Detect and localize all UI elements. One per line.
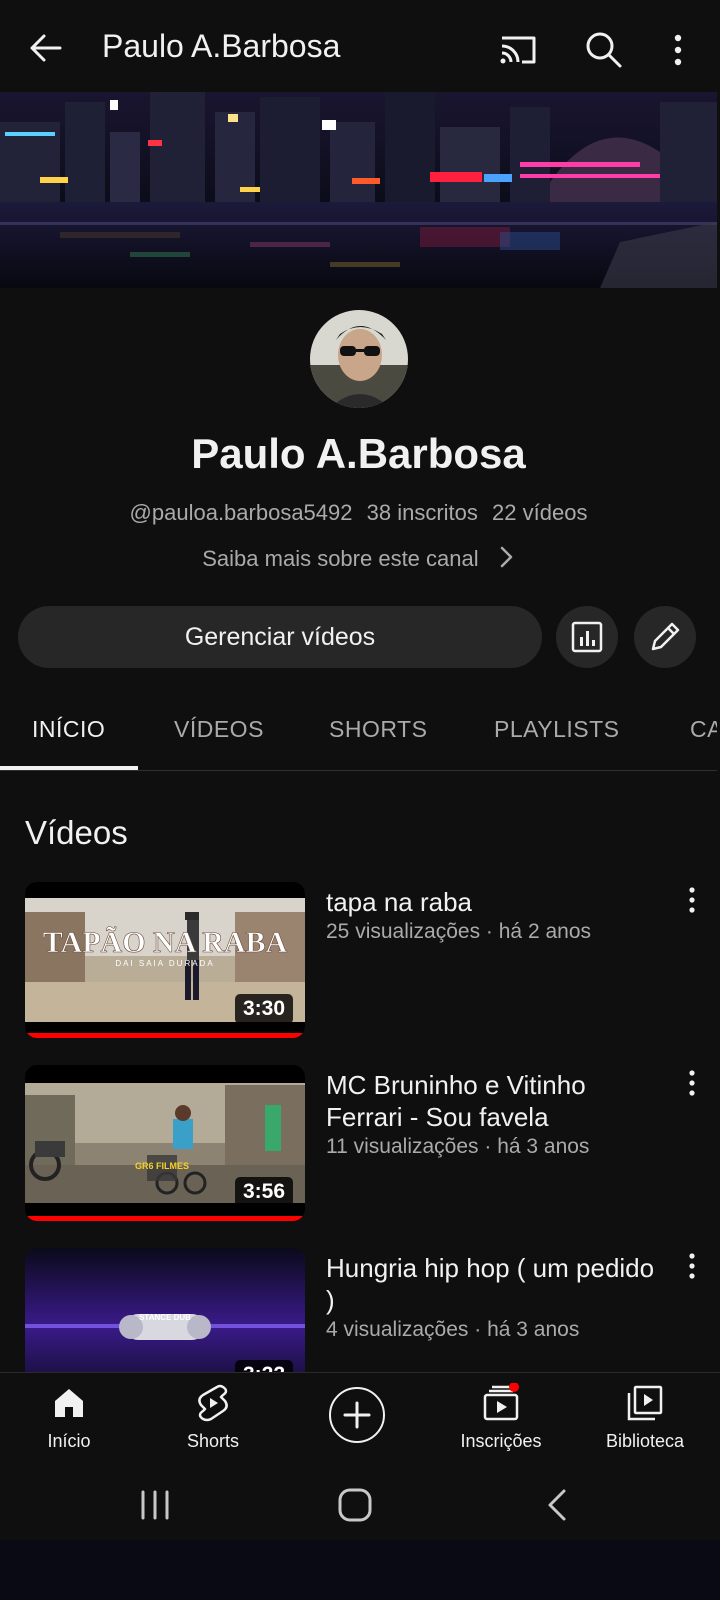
channel-name: Paulo A.Barbosa bbox=[191, 430, 526, 477]
analytics-button[interactable] bbox=[556, 606, 618, 668]
edit-channel-button[interactable] bbox=[634, 606, 696, 668]
more-vert-icon[interactable] bbox=[676, 1250, 708, 1282]
thumb-subtitle-text: DAI SAIA DURADA bbox=[115, 959, 214, 968]
create-plus-icon bbox=[343, 1401, 371, 1429]
video-title: MC Bruninho e Vitinho Ferrari - Sou fave… bbox=[326, 1070, 586, 1132]
channel-avatar[interactable] bbox=[310, 310, 408, 408]
video-meta: 4 visualizações · há 3 anos bbox=[326, 1318, 580, 1341]
analytics-icon bbox=[571, 621, 603, 653]
back-chevron-icon[interactable] bbox=[534, 1484, 584, 1526]
section-title: Vídeos bbox=[25, 814, 128, 851]
channel-handle: @pauloa.barbosa5492 bbox=[129, 500, 353, 525]
nav-subscriptions-label: Inscrições bbox=[460, 1431, 542, 1451]
page-title: Paulo A.Barbosa bbox=[102, 28, 341, 64]
system-navigation-bar bbox=[0, 1470, 720, 1540]
watch-progress-bar bbox=[25, 1216, 305, 1221]
nav-subscriptions[interactable]: Inscrições bbox=[436, 1383, 566, 1452]
thumb-logo-text: GR6 FILMES bbox=[135, 1161, 189, 1171]
more-vert-icon[interactable] bbox=[676, 1067, 708, 1099]
about-channel-label: Saiba mais sobre este canal bbox=[202, 545, 479, 571]
video-list-item[interactable]: GR6 FILMES 3:56 MC Bruninho e Vitinho Fe… bbox=[0, 1065, 717, 1225]
more-vert-icon[interactable] bbox=[676, 884, 708, 916]
more-vert-icon[interactable] bbox=[660, 28, 696, 72]
cast-icon[interactable] bbox=[496, 28, 540, 72]
video-title: tapa na raba bbox=[326, 887, 473, 917]
nav-home[interactable]: Início bbox=[4, 1383, 134, 1452]
subscriber-count: 38 inscritos bbox=[366, 500, 478, 525]
channel-screen: Paulo A.Barbosa Paulo A.Barbosa @pauloa.… bbox=[0, 0, 720, 1600]
create-button[interactable] bbox=[329, 1387, 385, 1443]
tab-playlists[interactable]: PLAYLISTS bbox=[494, 716, 620, 743]
watch-progress-bar bbox=[25, 1033, 305, 1038]
channel-tabs: INÍCIO VÍDEOS SHORTS PLAYLISTS CA bbox=[0, 690, 717, 771]
video-meta: 11 visualizações · há 3 anos bbox=[326, 1135, 590, 1158]
library-icon bbox=[627, 1385, 663, 1421]
home-icon bbox=[55, 1389, 83, 1417]
recents-icon[interactable] bbox=[130, 1484, 180, 1526]
tab-shorts[interactable]: SHORTS bbox=[329, 716, 427, 743]
top-app-bar: Paulo A.Barbosa bbox=[0, 0, 720, 92]
nav-library[interactable]: Biblioteca bbox=[580, 1383, 710, 1452]
thumb-title-text: TAPÃO NA RABA bbox=[43, 926, 288, 959]
video-list-item[interactable]: TAPÃO NA RABA DAI SAIA DURADA 3:30 tapa … bbox=[0, 882, 717, 1042]
home-circle-icon[interactable] bbox=[330, 1484, 380, 1526]
nav-library-label: Biblioteca bbox=[605, 1431, 685, 1451]
nav-home-label: Início bbox=[47, 1431, 91, 1451]
video-title: Hungria hip hop ( um pedido ) bbox=[326, 1253, 655, 1315]
video-thumbnail[interactable]: TAPÃO NA RABA DAI SAIA DURADA 3:30 bbox=[25, 882, 305, 1038]
chevron-right-icon bbox=[497, 545, 515, 575]
bottom-navigation: Início Shorts Inscrições Biblioteca bbox=[0, 1372, 720, 1471]
active-tab-indicator bbox=[0, 766, 138, 770]
video-meta: 25 visualizações · há 2 anos bbox=[326, 920, 591, 943]
tab-videos[interactable]: VÍDEOS bbox=[174, 716, 264, 743]
subscriptions-icon bbox=[483, 1383, 519, 1421]
manage-videos-button[interactable]: Gerenciar vídeos bbox=[18, 606, 542, 668]
channel-banner bbox=[0, 92, 717, 288]
video-thumbnail[interactable]: GR6 FILMES 3:56 bbox=[25, 1065, 305, 1221]
tab-ca[interactable]: CA bbox=[690, 716, 717, 743]
nav-shorts-label: Shorts bbox=[186, 1431, 240, 1451]
search-icon[interactable] bbox=[582, 28, 626, 72]
video-duration: 3:56 bbox=[234, 1177, 293, 1207]
video-duration: 3:30 bbox=[234, 994, 293, 1024]
tab-inicio[interactable]: INÍCIO bbox=[32, 716, 105, 743]
arrow-back-icon[interactable] bbox=[24, 26, 68, 70]
about-channel-link[interactable]: Saiba mais sobre este canal bbox=[0, 545, 717, 575]
edit-pencil-icon bbox=[651, 622, 680, 651]
channel-meta: @pauloa.barbosa5492 38 inscritos 22 víde… bbox=[0, 500, 717, 526]
nav-shorts[interactable]: Shorts bbox=[148, 1383, 278, 1452]
shorts-icon bbox=[198, 1384, 228, 1422]
screen-bottom-edge bbox=[0, 1540, 720, 1600]
thumb-logo-text: STANCE DUB bbox=[139, 1313, 191, 1322]
video-count: 22 vídeos bbox=[492, 500, 588, 525]
